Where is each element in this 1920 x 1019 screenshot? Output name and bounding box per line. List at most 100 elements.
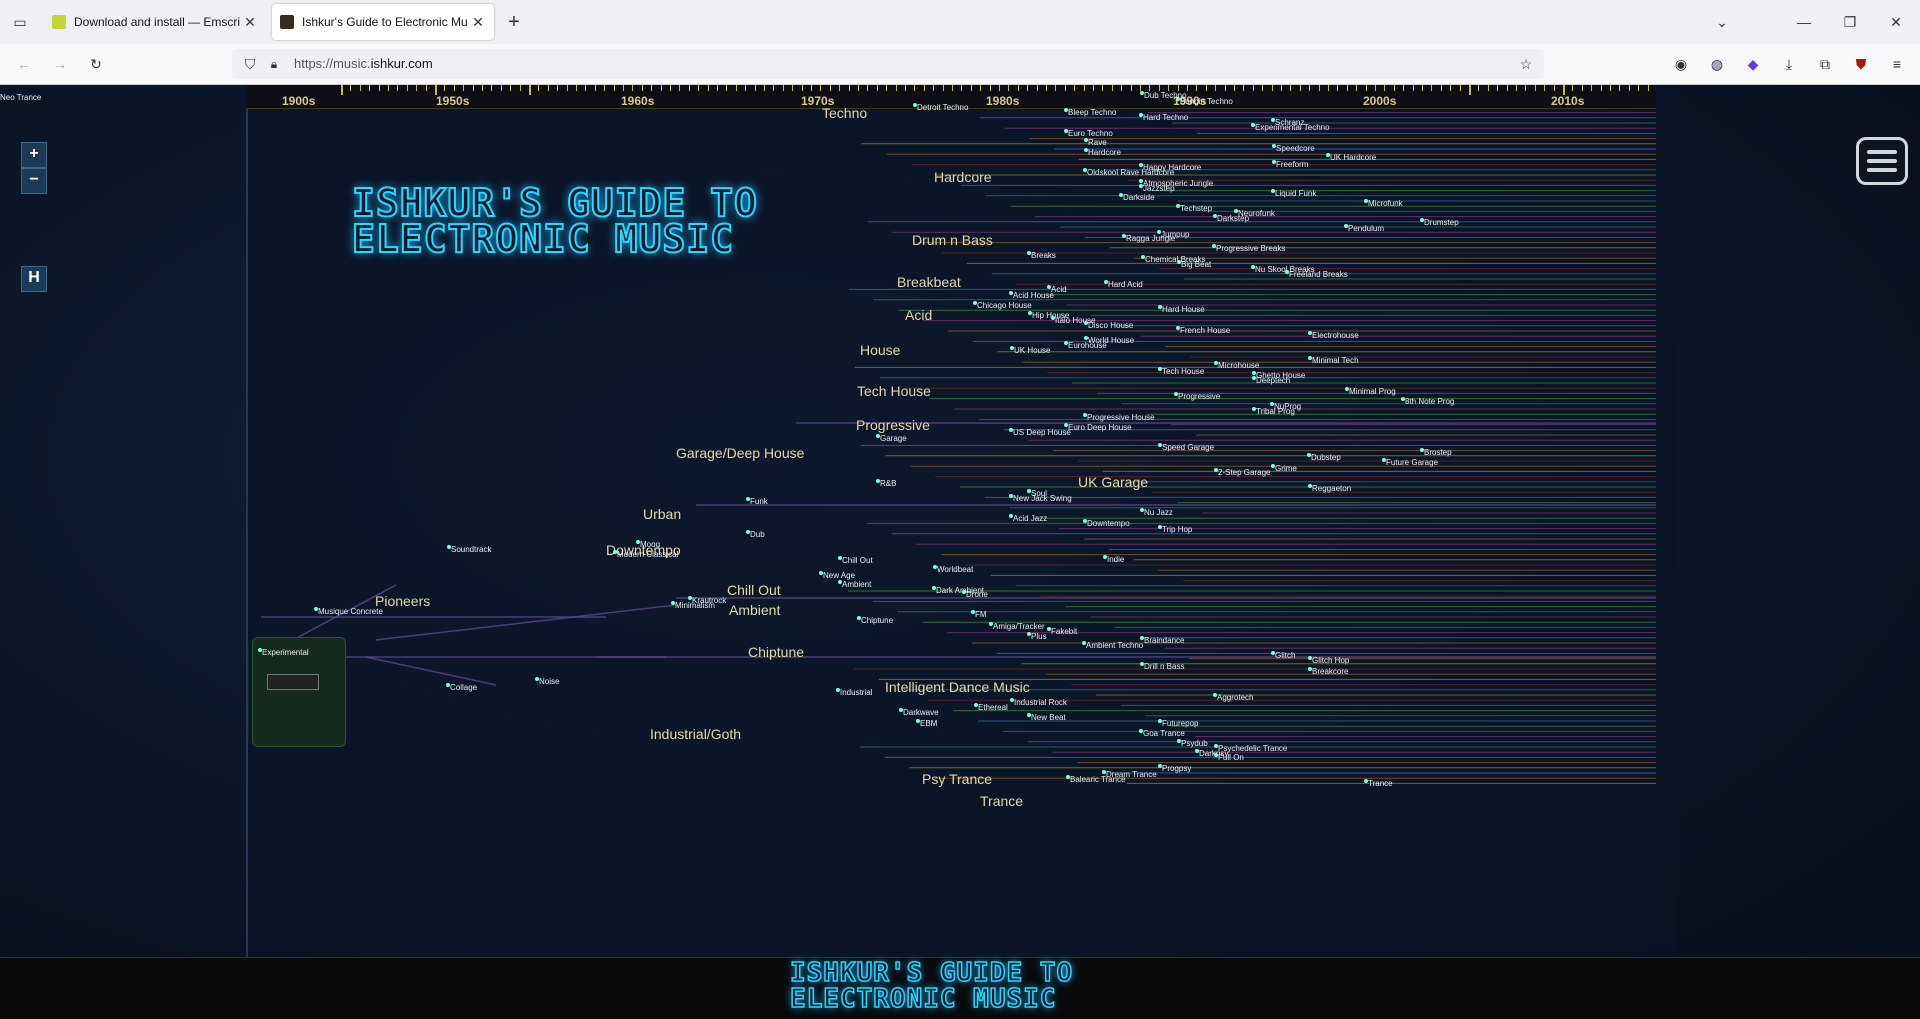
subgenre-label[interactable]: 2-Step Garage xyxy=(1218,468,1270,477)
reload-icon[interactable]: ↻ xyxy=(82,50,110,78)
subgenre-label[interactable]: Darkside xyxy=(1123,193,1155,202)
subgenre-node[interactable] xyxy=(1272,160,1276,164)
genre-label[interactable]: Breakbeat xyxy=(897,274,961,290)
subgenre-node[interactable] xyxy=(1139,179,1143,183)
subgenre-node[interactable] xyxy=(1027,251,1031,255)
subgenre-label[interactable]: Progressive xyxy=(1178,392,1220,401)
subgenre-node[interactable] xyxy=(1064,341,1068,345)
subgenre-node[interactable] xyxy=(1104,280,1108,284)
subgenre-label[interactable]: Psydub xyxy=(1181,739,1208,748)
genre-label[interactable]: House xyxy=(860,342,900,358)
subgenre-node[interactable] xyxy=(1252,371,1256,375)
subgenre-node[interactable] xyxy=(1010,346,1014,350)
subgenre-node[interactable] xyxy=(1141,255,1145,259)
subgenre-label[interactable]: Goa Trance xyxy=(1143,729,1185,738)
subgenre-node[interactable] xyxy=(876,434,880,438)
subgenre-label[interactable]: New Age xyxy=(823,571,855,580)
subgenre-label[interactable]: Amiga/Tracker xyxy=(993,622,1045,631)
subgenre-node[interactable] xyxy=(1251,123,1255,127)
subgenre-label[interactable]: Drill n Bass xyxy=(1144,662,1184,671)
subgenre-label[interactable]: Industrial xyxy=(840,688,872,697)
subgenre-label[interactable]: Darkstep xyxy=(1217,214,1249,223)
subgenre-node[interactable] xyxy=(1195,749,1199,753)
subgenre-node[interactable] xyxy=(1252,376,1256,380)
subgenre-label[interactable]: Trip Hop xyxy=(1162,525,1192,534)
subgenre-node[interactable] xyxy=(1140,508,1144,512)
genre-label[interactable]: Intelligent Dance Music xyxy=(885,679,1030,695)
genre-label[interactable]: Drum n Bass xyxy=(912,232,993,248)
subgenre-label[interactable]: Eurohouse xyxy=(1068,341,1107,350)
subgenre-node[interactable] xyxy=(1009,428,1013,432)
genre-label[interactable]: Psy Trance xyxy=(922,771,992,787)
subgenre-node[interactable] xyxy=(636,540,640,544)
subgenre-node[interactable] xyxy=(1345,387,1349,391)
subgenre-label[interactable]: Big Beat xyxy=(1181,260,1211,269)
subgenre-node[interactable] xyxy=(1083,168,1087,172)
subgenre-node[interactable] xyxy=(1158,443,1162,447)
subgenre-label[interactable]: Grime xyxy=(1275,464,1297,473)
bookmark-star-icon[interactable]: ☆ xyxy=(1512,50,1540,78)
subgenre-label[interactable]: Ambient Techno xyxy=(1086,641,1143,650)
tab-emscripten[interactable]: Download and install — Emscri ✕ xyxy=(44,4,266,40)
genre-label[interactable]: Garage/Deep House xyxy=(676,445,804,461)
subgenre-label[interactable]: Ethereal xyxy=(978,703,1008,712)
subgenre-label[interactable]: Pendulum xyxy=(1348,224,1384,233)
subgenre-label[interactable]: Funk xyxy=(750,497,768,506)
subgenre-node[interactable] xyxy=(1010,698,1014,702)
subgenre-label[interactable]: Moog xyxy=(640,540,660,549)
subgenre-label[interactable]: Minimal Tech xyxy=(1312,356,1359,365)
genre-label[interactable]: Trance xyxy=(980,793,1023,809)
subgenre-label[interactable]: EBM xyxy=(920,719,937,728)
subgenre-label[interactable]: Glitch Hop xyxy=(1312,656,1349,665)
subgenre-node[interactable] xyxy=(1364,779,1368,783)
subgenre-label[interactable]: Acid Jazz xyxy=(1013,514,1047,523)
subgenre-node[interactable] xyxy=(1420,218,1424,222)
subgenre-label[interactable]: Balearic Trance xyxy=(1070,775,1126,784)
subgenre-label[interactable]: Futurepop xyxy=(1162,719,1198,728)
subgenre-node[interactable] xyxy=(1103,555,1107,559)
home-button[interactable]: H xyxy=(21,266,47,292)
genre-label[interactable]: Progressive xyxy=(856,417,930,433)
subgenre-node[interactable] xyxy=(1064,129,1068,133)
subgenre-node[interactable] xyxy=(1176,326,1180,330)
subgenre-label[interactable]: Soundtrack xyxy=(451,545,491,554)
subgenre-node[interactable] xyxy=(838,556,842,560)
subgenre-label[interactable]: Drone xyxy=(966,590,988,599)
genre-label[interactable]: Chill Out xyxy=(727,582,781,598)
subgenre-node[interactable] xyxy=(933,565,937,569)
subgenre-node[interactable] xyxy=(1051,316,1055,320)
subgenre-node[interactable] xyxy=(1271,189,1275,193)
subgenre-label[interactable]: Hard Acid xyxy=(1108,280,1143,289)
subgenre-node[interactable] xyxy=(1174,392,1178,396)
subgenre-label[interactable]: Speed Garage xyxy=(1162,443,1214,452)
restore-icon[interactable]: ❐ xyxy=(1836,8,1864,36)
subgenre-node[interactable] xyxy=(1140,636,1144,640)
subgenre-node[interactable] xyxy=(1028,311,1032,315)
subgenre-label[interactable]: Neo Trance xyxy=(0,93,41,102)
subgenre-node[interactable] xyxy=(1326,153,1330,157)
subgenre-label[interactable]: Hard Techno xyxy=(1143,113,1188,122)
subgenre-label[interactable]: UK House xyxy=(1014,346,1050,355)
subgenre-node[interactable] xyxy=(446,683,450,687)
subgenre-label[interactable]: Microfunk xyxy=(1368,199,1403,208)
new-tab-icon[interactable]: + xyxy=(500,8,528,36)
subgenre-node[interactable] xyxy=(1214,361,1218,365)
subgenre-node[interactable] xyxy=(913,103,917,107)
subgenre-label[interactable]: Techstep xyxy=(1180,204,1212,213)
subgenre-label[interactable]: Tribal Prog xyxy=(1256,407,1295,416)
forward-icon[interactable]: → xyxy=(46,50,74,78)
subgenre-label[interactable]: Rave xyxy=(1088,138,1107,147)
subgenre-label[interactable]: Dub xyxy=(750,530,765,539)
subgenre-label[interactable]: Aggrotech xyxy=(1217,693,1253,702)
subgenre-node[interactable] xyxy=(899,708,903,712)
subgenre-label[interactable]: Collage xyxy=(450,683,477,692)
subgenre-label[interactable]: Brostep xyxy=(1424,448,1452,457)
subgenre-node[interactable] xyxy=(1158,525,1162,529)
app-menu-icon[interactable]: ≡ xyxy=(1883,50,1911,78)
subgenre-node[interactable] xyxy=(1083,519,1087,523)
tab-list-icon[interactable]: ▭ xyxy=(6,8,34,36)
subgenre-node[interactable] xyxy=(1102,770,1106,774)
subgenre-node[interactable] xyxy=(447,545,451,549)
subgenre-label[interactable]: Experimental Techno xyxy=(1255,123,1330,132)
subgenre-node[interactable] xyxy=(916,719,920,723)
